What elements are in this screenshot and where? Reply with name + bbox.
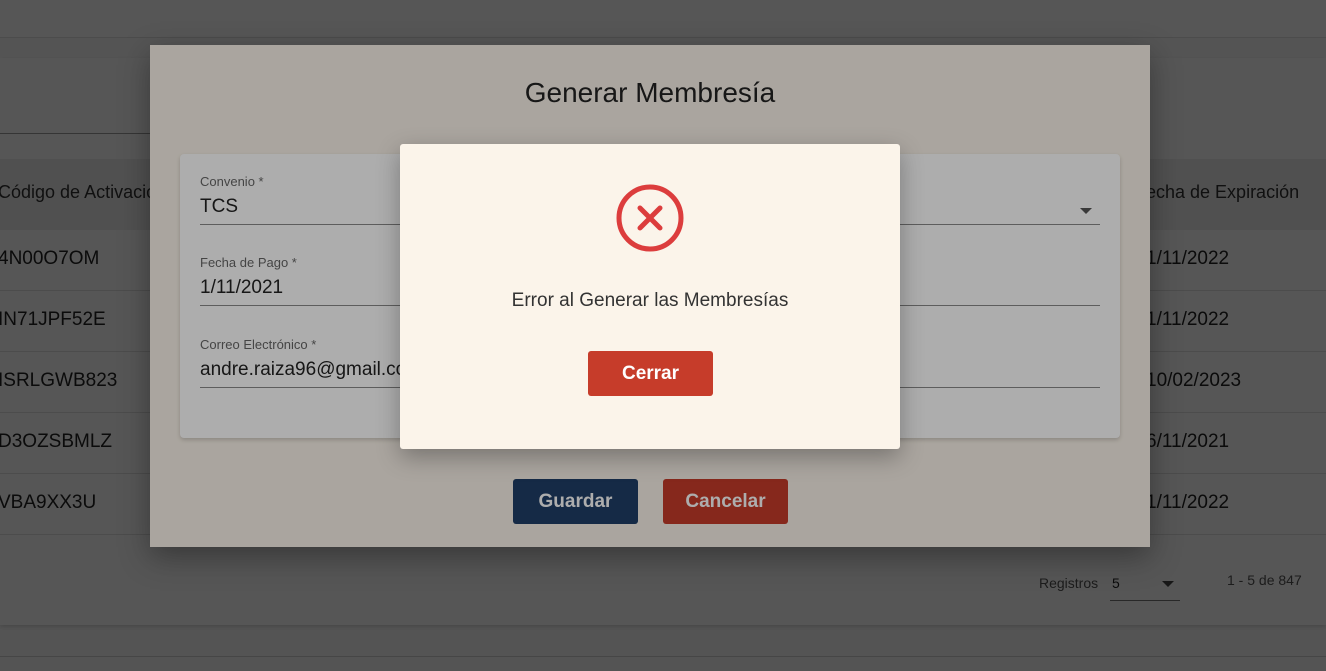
alert-message: Error al Generar las Membresías bbox=[511, 290, 789, 311]
close-button[interactable]: Cerrar bbox=[588, 351, 713, 396]
error-alert: Error al Generar las Membresías Cerrar bbox=[400, 144, 900, 449]
error-x-circle-icon bbox=[616, 184, 684, 252]
